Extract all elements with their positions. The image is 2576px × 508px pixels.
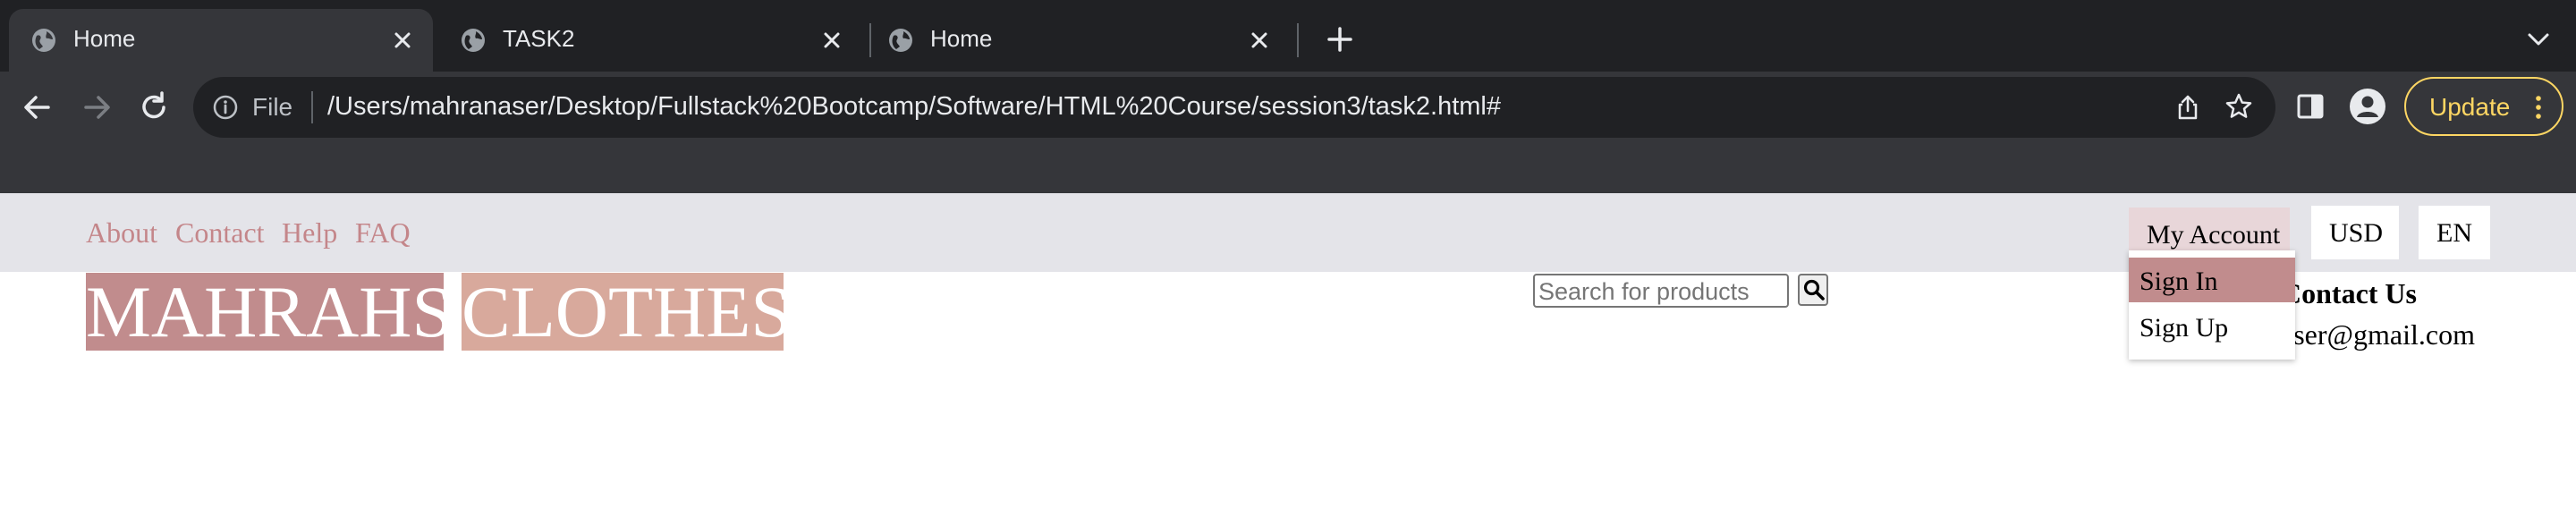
search-placeholder: Search for products	[1538, 278, 1750, 305]
nav-link-contact[interactable]: Contact	[175, 216, 265, 250]
language-button[interactable]: EN	[2419, 206, 2490, 259]
globe-icon	[462, 29, 485, 52]
nav-link-help[interactable]: Help	[282, 216, 337, 250]
browser-tab-strip: Home TASK2 Home	[0, 0, 2576, 72]
browser-toolbar: File /Users/mahranaser/Desktop/Fullstack…	[0, 72, 2576, 193]
forward-arrow-icon[interactable]	[73, 84, 120, 131]
close-icon[interactable]	[1245, 26, 1274, 55]
close-icon[interactable]	[388, 26, 417, 55]
new-tab-icon[interactable]	[1322, 21, 1358, 57]
update-label: Update	[2429, 93, 2511, 121]
menu-item-sign-in[interactable]: Sign In	[2129, 258, 2295, 302]
info-icon[interactable]	[211, 93, 240, 122]
tab-separator	[1297, 23, 1299, 57]
reload-icon[interactable]	[131, 84, 177, 131]
logo-first-word: MAHRAHS	[86, 271, 453, 352]
logo-mahrahs: MAHRAHS	[86, 273, 453, 351]
more-vert-icon[interactable]	[2531, 93, 2546, 122]
share-icon[interactable]	[2174, 93, 2202, 122]
logo-second-word: CLOTHES	[462, 271, 792, 352]
address-bar[interactable]: File /Users/mahranaser/Desktop/Fullstack…	[193, 77, 2275, 138]
search-button[interactable]	[1798, 274, 1828, 306]
tab-title: Home	[73, 25, 136, 52]
search-icon	[1803, 279, 1825, 301]
nav-link-about[interactable]: About	[86, 216, 157, 250]
search-input[interactable]: Search for products	[1533, 274, 1789, 308]
browser-tab-home-1[interactable]: Home	[9, 9, 433, 72]
url-scheme-label: File	[252, 93, 293, 121]
close-icon[interactable]	[818, 26, 846, 55]
menu-item-sign-up[interactable]: Sign Up	[2129, 304, 2295, 349]
profile-avatar-icon[interactable]	[2349, 88, 2386, 125]
menu-item-label: Sign In	[2140, 267, 2218, 296]
tab-title: Home	[930, 25, 993, 52]
globe-icon	[32, 29, 55, 52]
globe-icon	[889, 29, 912, 52]
menu-item-label: Sign Up	[2140, 313, 2229, 343]
my-account-label: My Account	[2147, 220, 2281, 250]
browser-tab-home-2[interactable]: Home	[866, 9, 1290, 72]
url-text[interactable]: /Users/mahranaser/Desktop/Fullstack%20Bo…	[327, 92, 1501, 122]
update-button[interactable]: Update	[2404, 77, 2563, 136]
address-divider	[311, 91, 313, 123]
currency-label: USD	[2329, 218, 2384, 248]
currency-button[interactable]: USD	[2311, 206, 2399, 259]
back-arrow-icon[interactable]	[14, 84, 61, 131]
bookmark-star-icon[interactable]	[2224, 91, 2254, 122]
contact-email: aser@gmail.com	[2281, 318, 2475, 351]
nav-link-faq[interactable]: FAQ	[355, 216, 411, 250]
language-label: EN	[2436, 218, 2472, 248]
chevron-down-icon[interactable]	[2522, 23, 2555, 55]
tab-title: TASK2	[503, 25, 575, 52]
side-panel-icon[interactable]	[2295, 91, 2326, 122]
browser-tab-task2[interactable]: TASK2	[438, 9, 862, 72]
logo-clothes: CLOTHES	[462, 273, 792, 351]
account-dropdown-menu: Sign In Sign Up	[2129, 250, 2295, 360]
contact-heading: Contact Us	[2281, 277, 2417, 309]
